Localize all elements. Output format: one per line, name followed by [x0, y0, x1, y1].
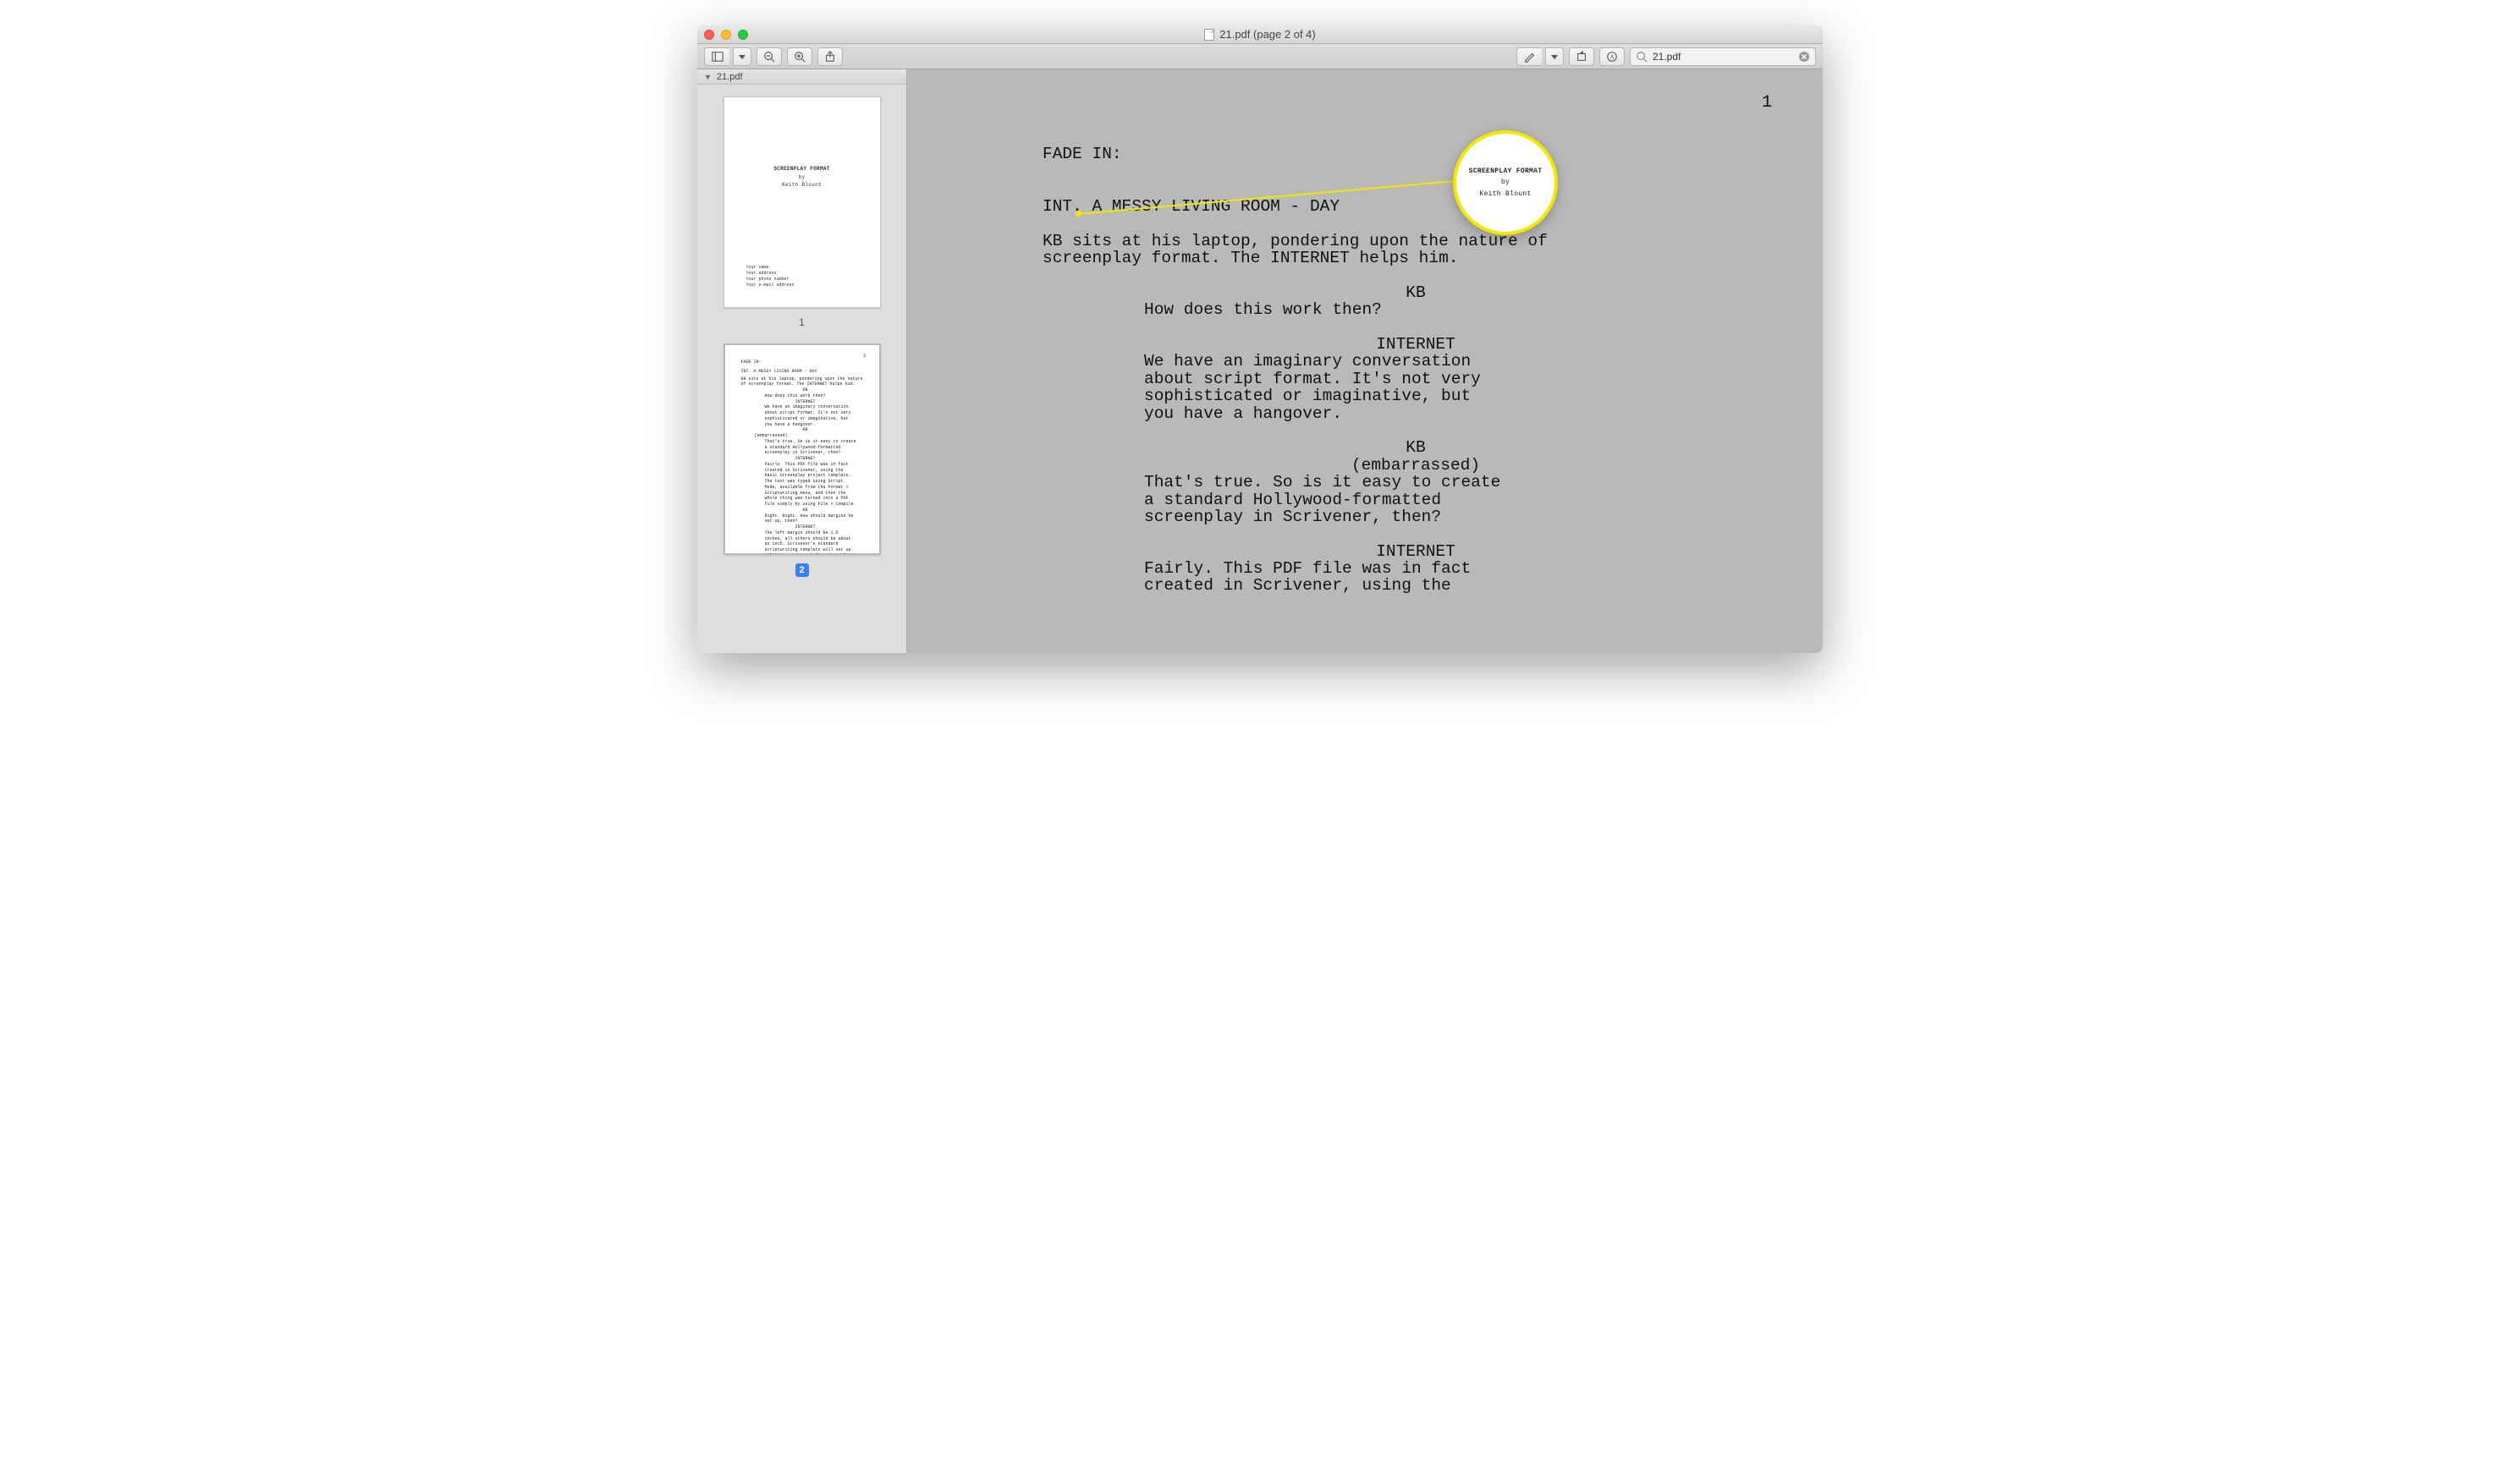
page-thumbnail-1[interactable]: SCREENPLAY FORMAT by Keith Blount Your n… — [724, 96, 881, 308]
toolbar: A — [697, 44, 1823, 69]
markup-dropdown[interactable] — [1545, 47, 1564, 66]
highlight-button[interactable]: A — [1599, 47, 1625, 66]
thumbnail-sidebar: ▼ 21.pdf SCREENPLAY FORMAT by Keith Blou… — [697, 69, 907, 653]
thumbnail-2-badge: 2 — [795, 563, 809, 577]
annotation-zoom-circle: SCREENPLAY FORMAT by Keith Blount — [1453, 130, 1558, 235]
character-kb-1: KB — [1043, 284, 1789, 301]
annotation-anchor-dot — [1076, 211, 1081, 217]
markup-button[interactable] — [1516, 47, 1542, 66]
svg-text:A: A — [1609, 53, 1614, 60]
zoom-out-button[interactable] — [757, 47, 782, 66]
sidebar-header[interactable]: ▼ 21.pdf — [697, 69, 906, 85]
page-content: FADE IN: INT. A MESSY LIVING ROOM - DAY … — [1043, 95, 1789, 612]
dialog-internet-2: Fairly. This PDF file was in fact create… — [1144, 560, 1508, 595]
titlebar: 21.pdf (page 2 of 4) — [697, 25, 1823, 44]
sidebar-filename: 21.pdf — [717, 72, 743, 82]
search-input[interactable] — [1653, 51, 1793, 63]
scene-heading: INT. A MESSY LIVING ROOM - DAY — [1043, 198, 1789, 215]
dialog-kb-2: That's true. So is it easy to create a s… — [1144, 474, 1508, 525]
app-window: 21.pdf (page 2 of 4) — [697, 25, 1823, 653]
parenthetical-kb-2: (embarrassed) — [1043, 457, 1789, 474]
fade-in: FADE IN: — [1043, 146, 1789, 162]
search-icon — [1636, 51, 1648, 63]
search-field[interactable] — [1630, 47, 1816, 66]
document-icon — [1204, 29, 1214, 41]
page-thumbnail-2[interactable]: 1 FADE IN: INT. A MESSY LIVING ROOM - DA… — [724, 343, 881, 555]
rotate-button[interactable] — [1569, 47, 1594, 66]
character-kb-2: KB — [1043, 439, 1789, 456]
clear-search-icon[interactable] — [1798, 51, 1810, 63]
view-mode-dropdown[interactable] — [733, 47, 751, 66]
window-title-text: 21.pdf (page 2 of 4) — [1219, 28, 1315, 41]
window-title: 21.pdf (page 2 of 4) — [697, 28, 1823, 41]
character-internet-2: INTERNET — [1043, 543, 1789, 560]
action-1: KB sits at his laptop, pondering upon th… — [1043, 233, 1576, 267]
share-button[interactable] — [817, 47, 843, 66]
dialog-kb-1: How does this work then? — [1144, 301, 1508, 318]
dialog-internet-1: We have an imaginary conversation about … — [1144, 353, 1508, 422]
thumbnail-1-label: 1 — [799, 316, 805, 328]
zoom-in-button[interactable] — [787, 47, 812, 66]
document-viewer[interactable]: 1 FADE IN: INT. A MESSY LIVING ROOM - DA… — [907, 69, 1823, 653]
disclosure-triangle-icon[interactable]: ▼ — [704, 73, 712, 81]
character-internet-1: INTERNET — [1043, 336, 1789, 353]
view-mode-button[interactable] — [704, 47, 729, 66]
